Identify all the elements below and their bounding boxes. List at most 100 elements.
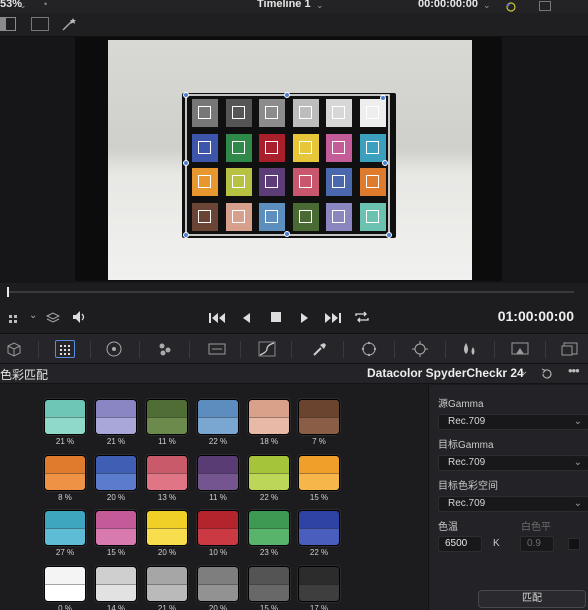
color-swatch[interactable] — [248, 455, 290, 491]
color-swatch[interactable] — [298, 510, 340, 546]
swatch-source-half — [249, 456, 289, 473]
chart-type-dropdown-icon[interactable]: ⌄ — [520, 366, 528, 377]
color-match-window: 53% ⌄ • Timeline 1 ⌄ 00:00:00:00 ⌄ ⌄ 01:… — [0, 0, 588, 610]
stop-icon[interactable] — [271, 312, 281, 322]
zoom-dropdown-icon[interactable]: ⌄ — [19, 0, 27, 11]
color-swatch[interactable] — [146, 510, 188, 546]
timeline-dropdown-icon[interactable]: ⌄ — [316, 0, 324, 11]
swatch-target-half — [198, 417, 238, 434]
color-swatch[interactable] — [197, 510, 239, 546]
rgb-mixer-icon[interactable] — [155, 340, 175, 358]
blur-icon[interactable] — [459, 340, 479, 358]
reset-icon[interactable] — [540, 367, 554, 381]
playhead[interactable] — [7, 287, 9, 297]
color-swatch[interactable] — [95, 399, 137, 435]
sizing-icon[interactable] — [560, 340, 580, 358]
color-swatch[interactable] — [248, 510, 290, 546]
target-gamma-value: Rec.709 — [448, 457, 486, 468]
grid-view-icon[interactable] — [9, 312, 21, 323]
tracker-icon[interactable] — [410, 340, 430, 358]
grid-view-dropdown-icon[interactable]: ⌄ — [29, 310, 37, 321]
match-button[interactable]: 匹配 — [478, 590, 586, 608]
timeline-title[interactable]: Timeline 1 — [257, 0, 311, 10]
color-swatch[interactable] — [95, 510, 137, 546]
white-level-checkbox[interactable] — [568, 538, 580, 550]
chart-type-selector[interactable]: Datacolor SpyderCheckr 24 — [367, 366, 524, 380]
target-gamma-dropdown[interactable]: Rec.709 ⌄ — [438, 455, 588, 471]
panel-header: 色彩匹配 Datacolor SpyderCheckr 24 ⌄ ••• — [0, 363, 588, 384]
node-link-icon[interactable] — [502, 0, 520, 12]
color-swatch[interactable] — [95, 455, 137, 491]
target-colorspace-value: Rec.709 — [448, 498, 486, 509]
chart-alignment-overlay[interactable] — [178, 88, 400, 243]
color-swatch[interactable] — [44, 510, 86, 546]
skip-to-start-icon[interactable] — [209, 311, 227, 323]
power-window-icon[interactable] — [359, 340, 379, 358]
swatch-source-half — [249, 511, 289, 528]
swatch-percent: 17 % — [309, 604, 329, 610]
color-swatch[interactable] — [44, 455, 86, 491]
color-temp-input[interactable]: 6500 — [438, 536, 482, 552]
swatch-source-half — [299, 567, 339, 584]
key-icon[interactable] — [510, 340, 530, 358]
expand-icon[interactable] — [539, 1, 551, 11]
color-swatch[interactable] — [298, 566, 340, 602]
scrub-bar[interactable] — [0, 283, 588, 305]
more-options-icon[interactable]: ••• — [568, 363, 580, 378]
loop-icon[interactable] — [354, 310, 370, 324]
magic-wand-icon[interactable] — [61, 17, 77, 31]
swatch-percent: 15 % — [106, 548, 126, 557]
color-swatch[interactable] — [248, 399, 290, 435]
swatch-percent: 22 % — [208, 437, 228, 446]
color-temp-unit: K — [493, 538, 500, 549]
color-swatch[interactable] — [298, 399, 340, 435]
curves-icon[interactable] — [257, 340, 277, 358]
color-wheel-icon[interactable] — [104, 340, 124, 358]
color-swatch[interactable] — [197, 455, 239, 491]
single-viewer-icon[interactable] — [0, 17, 16, 31]
swatch-source-half — [299, 511, 339, 528]
target-colorspace-label: 目标色彩空间 — [438, 481, 498, 492]
color-swatch[interactable] — [298, 455, 340, 491]
swatch-target-half — [249, 473, 289, 490]
skip-to-end-icon[interactable] — [324, 311, 342, 323]
cube-icon[interactable] — [4, 340, 24, 358]
swatch-percent: 20 % — [157, 548, 177, 557]
tool-separator — [343, 341, 344, 358]
color-swatch[interactable] — [248, 566, 290, 602]
swatch-percent: 7 % — [312, 437, 326, 446]
play-reverse-icon[interactable] — [241, 311, 253, 323]
white-level-input[interactable]: 0.9 — [520, 536, 554, 552]
swatch-percent: 10 % — [208, 548, 228, 557]
color-swatch[interactable] — [146, 566, 188, 602]
swatch-percent: 14 % — [106, 604, 126, 610]
color-swatch[interactable] — [197, 399, 239, 435]
scrub-track[interactable] — [8, 291, 574, 293]
play-icon[interactable] — [298, 311, 310, 323]
tool-separator — [291, 341, 292, 358]
target-colorspace-dropdown[interactable]: Rec.709 ⌄ — [438, 496, 588, 512]
split-viewer-icon[interactable] — [31, 17, 49, 31]
swatch-source-half — [299, 400, 339, 417]
swatch-source-half — [198, 456, 238, 473]
qualifier-eyedropper-icon[interactable] — [309, 340, 329, 358]
color-swatch[interactable] — [44, 399, 86, 435]
color-swatch[interactable] — [44, 566, 86, 602]
swatch-source-half — [45, 567, 85, 584]
motion-effects-icon[interactable] — [207, 340, 227, 358]
source-gamma-dropdown[interactable]: Rec.709 ⌄ — [438, 414, 588, 430]
swatch-source-half — [96, 567, 136, 584]
color-swatch[interactable] — [146, 399, 188, 435]
layers-icon[interactable] — [45, 311, 61, 323]
swatch-source-half — [45, 400, 85, 417]
swatch-source-half — [96, 456, 136, 473]
color-swatch[interactable] — [95, 566, 137, 602]
volume-icon[interactable] — [72, 310, 88, 324]
swatch-source-half — [147, 400, 187, 417]
color-chart-icon[interactable] — [55, 340, 75, 358]
color-swatch[interactable] — [146, 455, 188, 491]
color-swatch[interactable] — [197, 566, 239, 602]
swatch-source-half — [198, 567, 238, 584]
swatch-percent: 11 % — [209, 493, 227, 502]
timecode-dropdown-icon[interactable]: ⌄ — [483, 0, 491, 11]
